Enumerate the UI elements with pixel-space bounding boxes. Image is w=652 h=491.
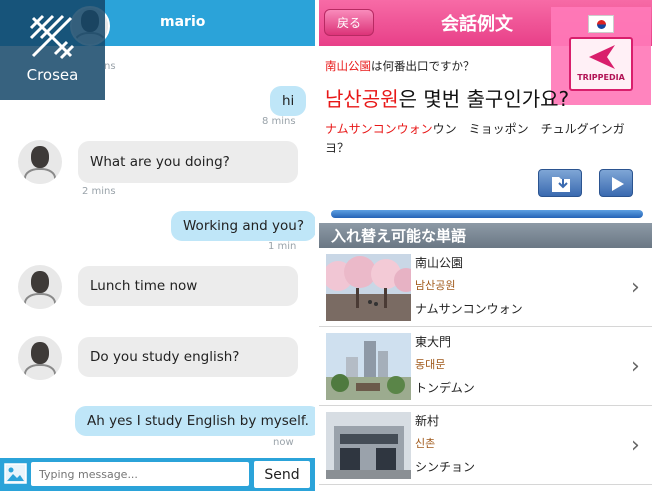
word-kana: シンチョン xyxy=(415,460,476,474)
audio-progress-bar[interactable] xyxy=(331,210,643,218)
word-thumbnail-image xyxy=(326,333,411,400)
word-japanese: 新村 xyxy=(415,414,440,428)
word-korean: 신촌 xyxy=(415,437,436,450)
word-kana: ナムサンコンウォン xyxy=(415,302,523,316)
korea-flag-icon xyxy=(588,15,614,33)
word-korean: 남산공원 xyxy=(415,279,456,292)
crosea-logo-text: Crosea xyxy=(26,66,79,84)
message-input[interactable] xyxy=(31,462,249,486)
message-bubble-outgoing: Working and you? xyxy=(171,211,315,241)
word-list-item[interactable]: 南山公園 남산공원 ナムサンコンウォン › xyxy=(319,249,652,327)
section-header: 入れ替え可能な単語 xyxy=(319,223,652,248)
word-japanese: 南山公園 xyxy=(415,256,464,270)
message-bubble-outgoing: Ah yes I study English by myself. xyxy=(75,406,315,436)
image-attach-icon[interactable] xyxy=(4,462,27,485)
send-button[interactable]: Send xyxy=(254,461,310,488)
sender-avatar[interactable] xyxy=(18,265,62,309)
message-time: now xyxy=(273,437,294,448)
book-icon: TRIPPEDIA xyxy=(569,37,633,91)
question-text: は何番出口ですか？ xyxy=(371,59,475,73)
word-thumbnail-image xyxy=(326,412,411,479)
word-kana: トンデムン xyxy=(415,381,475,395)
play-icon xyxy=(612,177,624,191)
message-time: ns xyxy=(104,61,116,72)
chevron-right-icon: › xyxy=(631,354,640,379)
question-highlight: 南山公園 xyxy=(325,59,371,73)
chat-title: mario xyxy=(160,14,206,30)
kana-reading: ナムサンコンウォンウン ミョッポン チュルグインガヨ？ xyxy=(325,120,645,158)
message-bubble-incoming: Do you study english? xyxy=(78,337,298,377)
korean-highlight: 남산공원 xyxy=(325,87,399,111)
trippedia-logo-text: TRIPPEDIA xyxy=(577,73,625,82)
word-japanese: 東大門 xyxy=(415,335,452,349)
korean-question-mark: ? xyxy=(558,87,570,111)
japanese-question: 南山公園は何番出口ですか？ xyxy=(325,58,475,74)
crosea-logo-icon xyxy=(29,14,75,60)
message-time: 2 mins xyxy=(82,186,116,197)
korean-sentence: 남산공원은 몇번 출구인가요? xyxy=(325,83,569,112)
kana-highlight: ナムサンコンウォン xyxy=(325,122,433,136)
message-bubble-outgoing: hi xyxy=(270,86,307,116)
word-list-item[interactable]: 東大門 동대문 トンデムン › xyxy=(319,328,652,406)
section-title: 入れ替え可能な単語 xyxy=(331,227,467,245)
message-composer: Send xyxy=(0,458,315,491)
korean-text: 은 몇번 출구인가요 xyxy=(398,87,559,111)
save-folder-icon xyxy=(552,177,570,192)
word-list-item[interactable]: 新村 신촌 シンチョン › xyxy=(319,407,652,485)
back-button[interactable]: 戻る xyxy=(324,9,374,36)
word-korean: 동대문 xyxy=(415,358,446,371)
page-title: 会話例文 xyxy=(441,14,513,35)
phrasebook-app: 戻る 会話例文 TRIPPEDIA 南山公園は何番出口ですか？ 남산공원은 몇번… xyxy=(319,0,652,491)
chevron-right-icon: › xyxy=(631,433,640,458)
word-thumbnail-image xyxy=(326,254,411,321)
message-time: 8 mins xyxy=(262,116,296,127)
sender-avatar[interactable] xyxy=(18,336,62,380)
chevron-right-icon: › xyxy=(631,275,640,300)
sender-avatar[interactable] xyxy=(18,140,62,184)
chat-app: mario Crosea ns hi 8 mins What are you d… xyxy=(0,0,315,491)
message-bubble-incoming: Lunch time now xyxy=(78,266,298,306)
save-phrase-button[interactable] xyxy=(538,169,582,197)
crosea-logo: Crosea xyxy=(0,0,105,100)
message-bubble-incoming: What are you doing? xyxy=(78,141,298,183)
play-audio-button[interactable] xyxy=(599,169,633,197)
message-time: 1 min xyxy=(268,241,297,252)
